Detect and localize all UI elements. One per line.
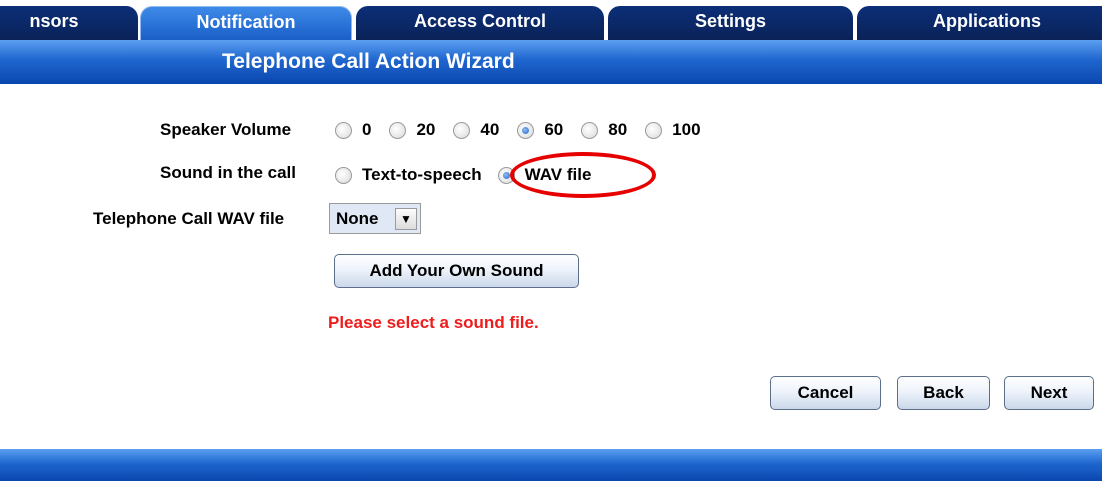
- sound-in-call-label: Sound in the call: [160, 163, 297, 182]
- radio-button[interactable]: [389, 121, 407, 139]
- radio-button[interactable]: [581, 121, 599, 139]
- radio-label: 100: [672, 120, 701, 139]
- volume-option-40[interactable]: 40: [453, 120, 499, 140]
- radio-label: 60: [544, 120, 564, 139]
- volume-option-60[interactable]: 60: [517, 120, 563, 140]
- radio-button[interactable]: [645, 121, 663, 139]
- radio-button[interactable]: [335, 121, 352, 139]
- sound-option-wav-file[interactable]: WAV file: [497, 165, 592, 185]
- error-message: Please select a sound file.: [328, 313, 539, 332]
- radio-button[interactable]: [453, 121, 471, 139]
- footer-bar: [0, 449, 1102, 481]
- radio-label: WAV file: [524, 165, 592, 184]
- tab-access-control[interactable]: Access Control: [356, 6, 604, 40]
- tab-settings[interactable]: Settings: [608, 6, 853, 40]
- tab-label: Applications: [932, 11, 1041, 31]
- tab-label: nsors: [29, 11, 79, 31]
- add-sound-button[interactable]: Add Your Own Sound: [334, 254, 579, 288]
- tab-applications[interactable]: Applications: [857, 6, 1102, 40]
- tab-sensors[interactable]: nsors: [0, 6, 138, 40]
- chevron-down-icon[interactable]: ▼: [395, 207, 417, 230]
- sound-option-text-to-speech[interactable]: Text-to-speech: [335, 165, 482, 185]
- cancel-button[interactable]: Cancel: [770, 376, 881, 410]
- wizard-header: Telephone Call Action Wizard: [0, 40, 1102, 84]
- radio-label: 0: [362, 120, 372, 139]
- speaker-volume-label: Speaker Volume: [160, 120, 292, 139]
- volume-option-0[interactable]: 0: [335, 120, 371, 140]
- wav-file-value: None: [336, 208, 379, 228]
- tab-bar: nsors Notification Access Control Settin…: [0, 0, 1102, 40]
- back-button[interactable]: Back: [897, 376, 990, 410]
- tab-label: Notification: [196, 12, 296, 32]
- radio-button-selected[interactable]: [517, 121, 535, 139]
- wav-file-select[interactable]: None ▼: [329, 203, 421, 234]
- tab-notification[interactable]: Notification: [140, 6, 352, 40]
- volume-option-20[interactable]: 20: [389, 120, 435, 140]
- volume-option-80[interactable]: 80: [581, 120, 627, 140]
- next-button[interactable]: Next: [1004, 376, 1094, 410]
- wav-file-label: Telephone Call WAV file: [93, 209, 285, 228]
- sound-in-call-radio-group: Text-to-speech WAV file: [335, 165, 609, 185]
- radio-button-selected[interactable]: [497, 166, 515, 184]
- radio-label: 80: [608, 120, 628, 139]
- tab-label: Settings: [694, 11, 766, 31]
- radio-label: Text-to-speech: [362, 165, 482, 184]
- radio-button[interactable]: [335, 166, 352, 184]
- volume-option-100[interactable]: 100: [645, 120, 701, 140]
- speaker-volume-radio-group: 0 20 40 60 80 100: [335, 120, 719, 140]
- radio-label: 20: [416, 120, 436, 139]
- wizard-title: Telephone Call Action Wizard: [222, 50, 515, 73]
- tab-label: Access Control: [413, 11, 547, 31]
- radio-label: 40: [480, 120, 500, 139]
